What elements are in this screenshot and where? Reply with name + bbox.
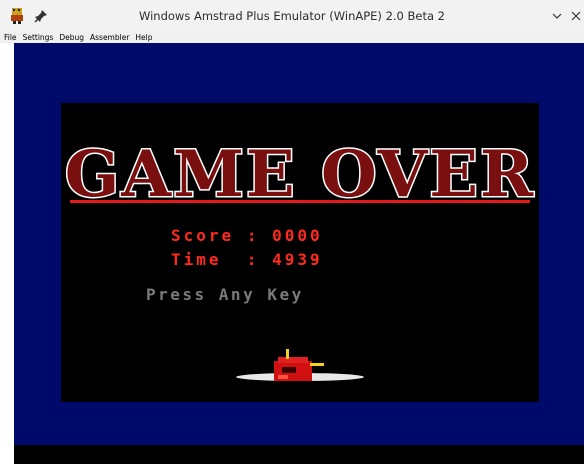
game-over-text: GAME OVER <box>65 137 535 208</box>
score-label: Score <box>171 226 235 245</box>
menu-help[interactable]: Help <box>135 32 152 43</box>
menu-file[interactable]: File <box>4 32 17 43</box>
close-icon[interactable] <box>569 9 583 23</box>
title-bar: Windows Amstrad Plus Emulator (WinAPE) 2… <box>0 0 584 32</box>
window-title: Windows Amstrad Plus Emulator (WinAPE) 2… <box>138 9 446 23</box>
score-sep: : <box>246 226 260 245</box>
time-value: 4939 <box>272 250 323 269</box>
menu-debug[interactable]: Debug <box>59 32 84 43</box>
menu-bar: File Settings Debug Assembler Help <box>0 32 584 43</box>
menu-assembler[interactable]: Assembler <box>90 32 129 43</box>
score-value: 0000 <box>272 226 323 245</box>
game-over-logo: GAME OVER <box>63 136 535 209</box>
status-strip <box>14 445 584 464</box>
time-sep: : <box>246 250 260 269</box>
time-label: Time <box>171 250 222 269</box>
menu-settings[interactable]: Settings <box>23 32 54 43</box>
score-readout: Score : 0000 <box>171 226 323 245</box>
minimize-icon[interactable] <box>550 9 564 23</box>
crashed-ship-sprite <box>236 349 364 381</box>
left-margin <box>0 43 14 464</box>
press-any-key-prompt: Press Any Key <box>146 285 304 304</box>
logo-underline <box>70 200 530 203</box>
time-readout: Time : 4939 <box>171 250 323 269</box>
